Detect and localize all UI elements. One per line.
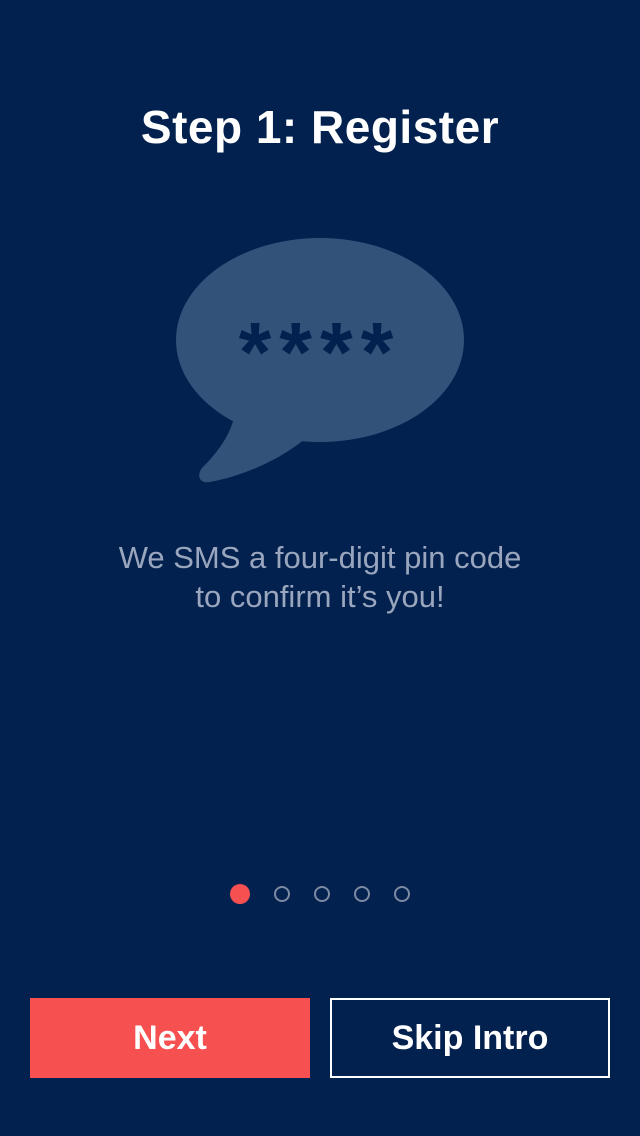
description-line-1: We SMS a four-digit pin code <box>118 540 522 575</box>
skip-intro-button-label: Skip Intro <box>391 1018 549 1057</box>
onboarding-screen: Step 1: Register **** We SMS a four-digi… <box>0 0 640 1136</box>
page-dot-3[interactable] <box>314 886 330 902</box>
masked-pin-text: **** <box>238 305 402 399</box>
next-button[interactable]: Next <box>30 998 310 1078</box>
page-dot-1[interactable] <box>230 884 250 904</box>
page-dot-2[interactable] <box>274 886 290 902</box>
page-dot-5[interactable] <box>394 886 410 902</box>
speech-bubble-icon: **** <box>174 236 466 488</box>
description-text: We SMS a four-digit pin code to confirm … <box>60 538 580 616</box>
skip-intro-button[interactable]: Skip Intro <box>330 998 610 1078</box>
page-dot-4[interactable] <box>354 886 370 902</box>
next-button-label: Next <box>133 1018 207 1057</box>
page-title: Step 1: Register <box>140 101 500 153</box>
description-line-2: to confirm it’s you! <box>195 579 445 614</box>
page-indicator <box>0 884 640 904</box>
